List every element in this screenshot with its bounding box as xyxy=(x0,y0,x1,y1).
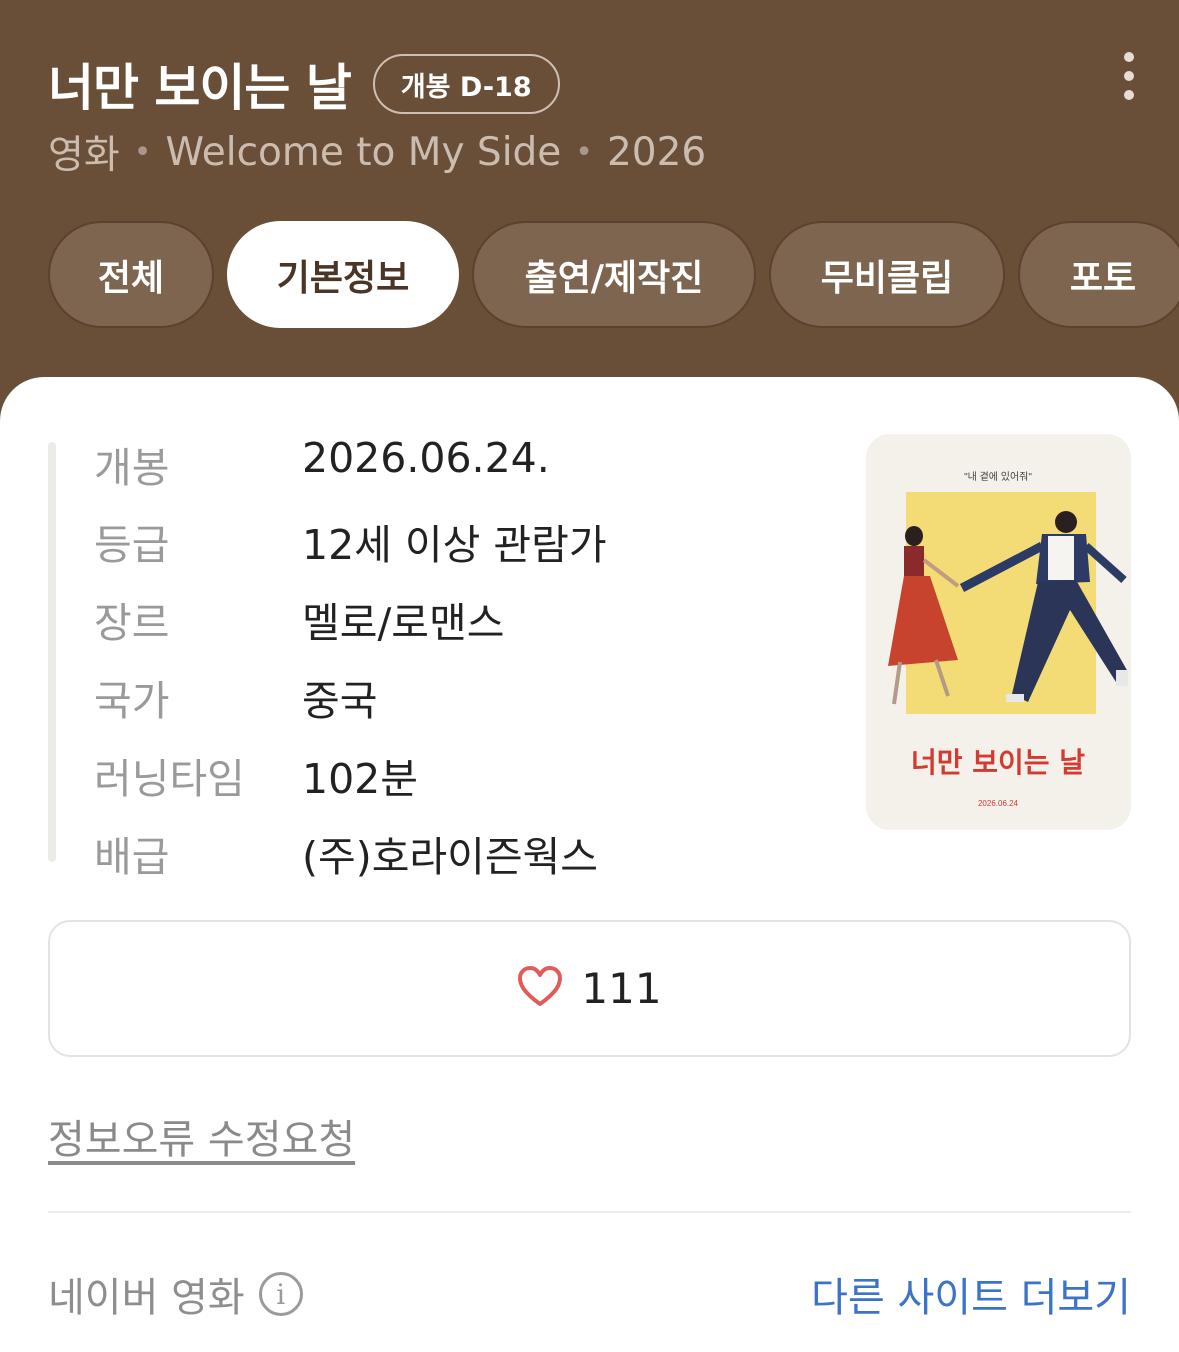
movie-poster[interactable]: "내 곁에 있어줘" 너만 보이는 날 2026.06.24 xyxy=(866,434,1131,830)
poster-illustration: "내 곁에 있어줘" 너만 보이는 날 2026.06.24 xyxy=(866,434,1131,830)
title-row: 너만 보이는 날 개봉 D-18 xyxy=(48,48,560,120)
heart-icon xyxy=(517,965,563,1012)
source-name: 네이버 영화 xyxy=(48,1275,245,1321)
separator-dot: • xyxy=(133,134,152,170)
movie-header: 너만 보이는 날 개봉 D-18 영화 • Welcome to My Side… xyxy=(0,0,1179,380)
movie-title: 너만 보이는 날 xyxy=(48,59,352,117)
source-label: 네이버 영화 i xyxy=(48,1265,303,1323)
basic-info-card: 개봉 2026.06.24. 등급 12세 이상 관람가 장르 멜로/로맨스 국… xyxy=(0,377,1179,1352)
tab-cast-crew[interactable]: 출연/제작진 xyxy=(472,221,756,328)
info-value: 멜로/로맨스 xyxy=(302,599,505,647)
tab-movie-clips[interactable]: 무비클립 xyxy=(769,221,1005,328)
separator-dot: • xyxy=(575,134,593,170)
info-value: 12세 이상 관람가 xyxy=(302,521,607,569)
more-dot-icon xyxy=(1124,71,1134,81)
info-label: 개봉 xyxy=(94,444,170,492)
report-error-link[interactable]: 정보오류 수정요청 xyxy=(48,1107,355,1165)
info-value: 2026.06.24. xyxy=(302,434,550,482)
poster-title: 너만 보이는 날 xyxy=(911,746,1085,779)
tab-basic-info[interactable]: 기본정보 xyxy=(227,221,459,328)
tab-all[interactable]: 전체 xyxy=(48,221,214,328)
release-year: 2026 xyxy=(606,129,707,175)
release-dday-badge: 개봉 D-18 xyxy=(372,54,560,114)
more-dot-icon xyxy=(1124,90,1134,100)
more-dot-icon xyxy=(1124,52,1134,62)
info-value: 102분 xyxy=(302,755,418,803)
section-divider xyxy=(48,1211,1131,1213)
movie-subtitle: 영화 • Welcome to My Side • 2026 xyxy=(48,124,706,180)
more-sites-link[interactable]: 다른 사이트 더보기 xyxy=(811,1265,1131,1323)
info-value: 중국 xyxy=(302,677,378,725)
more-options-button[interactable] xyxy=(1117,52,1141,100)
content-type: 영화 xyxy=(48,133,120,178)
poster-tagline: "내 곁에 있어줘" xyxy=(964,471,1032,483)
info-label: 장르 xyxy=(94,599,170,647)
info-label: 국가 xyxy=(94,677,170,725)
info-accent-bar xyxy=(48,442,56,862)
tab-bar: 전체 기본정보 출연/제작진 무비클립 포토 xyxy=(48,221,1179,328)
info-label: 등급 xyxy=(94,521,170,569)
poster-date: 2026.06.24 xyxy=(978,799,1019,808)
english-title: Welcome to My Side xyxy=(165,129,562,175)
like-count: 111 xyxy=(581,964,662,1013)
tab-photos[interactable]: 포토 xyxy=(1018,221,1179,328)
like-button[interactable]: 111 xyxy=(48,920,1131,1057)
info-value: (주)호라이즌웍스 xyxy=(302,833,599,881)
info-label: 러닝타임 xyxy=(94,755,245,803)
info-label: 배급 xyxy=(94,833,170,881)
info-icon[interactable]: i xyxy=(258,1272,303,1316)
